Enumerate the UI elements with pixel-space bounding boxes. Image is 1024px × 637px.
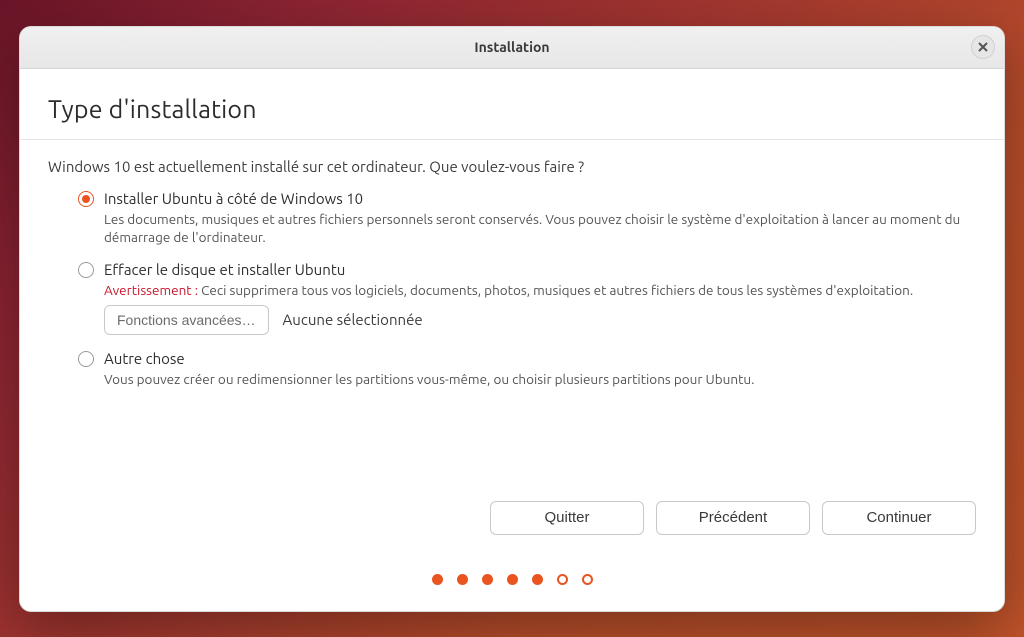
option-description: Les documents, musiques et autres fichie… [104,210,976,246]
pager-dot-current [557,574,568,585]
advanced-selection-text: Aucune sélectionnée [283,311,423,328]
pager-dot [482,574,493,585]
radio-something-else[interactable] [78,351,94,367]
footer-buttons: Quitter Précédent Continuer [490,501,976,535]
radio-erase-disk[interactable] [78,262,94,278]
option-something-else[interactable]: Autre chose Vous pouvez créer ou redimen… [78,349,976,388]
advanced-features-button[interactable]: Fonctions avancées… [104,305,269,335]
prompt-text: Windows 10 est actuellement installé sur… [48,158,976,175]
radio-install-alongside[interactable] [78,191,94,207]
pager-dot [507,574,518,585]
content-area: Type d'installation Windows 10 est actue… [20,69,1004,611]
options-group: Installer Ubuntu à côté de Windows 10 Le… [78,189,976,402]
progress-pager [20,574,1004,585]
option-title: Installer Ubuntu à côté de Windows 10 [104,189,976,209]
pager-dot [432,574,443,585]
divider [20,139,1004,140]
warning-text: Ceci supprimera tous vos logiciels, docu… [201,282,913,298]
option-warning: Avertissement : Ceci supprimera tous vos… [104,281,976,299]
pager-dot [457,574,468,585]
close-button[interactable] [971,35,995,59]
titlebar: Installation [20,27,1004,69]
page-title: Type d'installation [48,95,976,123]
installer-window: Installation Type d'installation Windows… [19,26,1005,612]
quit-button[interactable]: Quitter [490,501,644,535]
warning-label: Avertissement : [104,282,198,298]
continue-button[interactable]: Continuer [822,501,976,535]
option-title: Autre chose [104,349,976,369]
advanced-row: Fonctions avancées… Aucune sélectionnée [104,305,976,335]
option-erase-disk[interactable]: Effacer le disque et installer Ubuntu Av… [78,260,976,335]
option-install-alongside[interactable]: Installer Ubuntu à côté de Windows 10 Le… [78,189,976,246]
pager-dot [532,574,543,585]
close-icon [977,41,989,53]
option-title: Effacer le disque et installer Ubuntu [104,260,976,280]
option-description: Vous pouvez créer ou redimensionner les … [104,370,976,388]
back-button[interactable]: Précédent [656,501,810,535]
window-title: Installation [474,39,549,55]
pager-dot-upcoming [582,574,593,585]
